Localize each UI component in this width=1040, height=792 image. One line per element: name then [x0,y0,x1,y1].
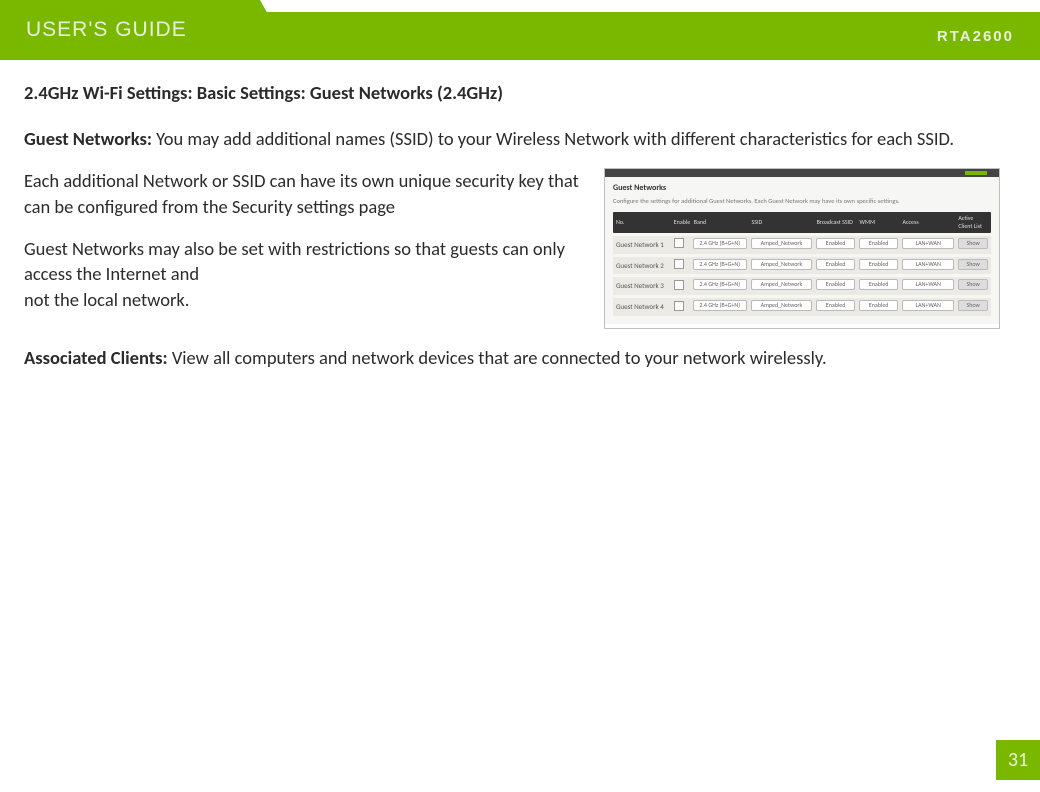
th-no: No. [616,218,670,226]
cell-wmm: Enabled [859,238,898,252]
table-row: Guest Network 4 2.4 GHz (B+G+N) Amped_Netw… [613,298,991,316]
cell-no: Guest Network 4 [616,302,670,312]
text-associated-clients: View all computers and network devices t… [172,346,827,369]
page-number-badge: 31 [996,740,1040,780]
cell-band: 2.4 GHz (B+G+N) [693,279,747,293]
lead-associated-clients: Associated Clients: [24,346,172,369]
paragraph-restrictions: Guest Networks may also be set with rest… [24,236,584,314]
cell-active-clients: Show [958,300,988,314]
restrictions-line1: Guest Networks may also be set with rest… [24,237,565,286]
cell-band: 2.4 GHz (B+G+N) [693,300,747,314]
checkbox-icon [674,238,684,248]
paragraph-guest-networks: Guest Networks: You may add additional n… [24,126,1016,152]
cell-active-clients: Show [958,259,988,273]
cell-broadcast: Enabled [816,300,855,314]
cell-no: Guest Network 3 [616,281,670,291]
cell-band: 2.4 GHz (B+G+N) [693,238,747,252]
cell-access: LAN+WAN [902,279,954,293]
paragraph-associated-clients: Associated Clients: View all computers a… [24,345,1016,371]
cell-enable [674,301,689,314]
cell-active-clients: Show [958,279,988,293]
cell-ssid: Amped_Network [751,259,812,273]
cell-wmm: Enabled [859,300,898,314]
cell-ssid: Amped_Network [751,279,812,293]
section-title: 2.4GHz Wi-Fi Settings: Basic Settings: G… [24,80,1016,106]
cell-enable [674,280,689,293]
screenshot-table-header: No. Enable Band SSID Broadcast SSID WMM … [613,212,991,233]
cell-no: Guest Network 2 [616,261,670,271]
checkbox-icon [674,280,684,290]
guide-title: USER'S GUIDE [26,18,187,42]
page-header: USER'S GUIDE RTA2600 [0,0,1040,60]
cell-band: 2.4 GHz (B+G+N) [693,259,747,273]
text-guest-networks: You may add additional names (SSID) to y… [156,127,954,150]
cell-ssid: Amped_Network [751,300,812,314]
cell-access: LAN+WAN [902,238,954,252]
th-access: Access [902,218,954,226]
lead-guest-networks: Guest Networks: [24,127,156,150]
screenshot-title: Guest Networks [613,183,991,194]
th-wmm: WMM [860,218,899,226]
product-model: RTA2600 [937,28,1014,45]
cell-enable [674,238,689,251]
table-row: Guest Network 2 2.4 GHz (B+G+N) Amped_Netw… [613,257,991,275]
cell-access: LAN+WAN [902,259,954,273]
cell-wmm: Enabled [859,259,898,273]
checkbox-icon [674,301,684,311]
cell-access: LAN+WAN [902,300,954,314]
table-row: Guest Network 1 2.4 GHz (B+G+N) Amped_Netw… [613,236,991,254]
cell-active-clients: Show [958,238,988,252]
cell-broadcast: Enabled [816,259,855,273]
th-active-clients: Active Client List [958,214,988,231]
cell-broadcast: Enabled [816,279,855,293]
cell-broadcast: Enabled [816,238,855,252]
screenshot-subtitle: Configure the settings for additional Gu… [613,197,991,206]
cell-enable [674,259,689,272]
cell-ssid: Amped_Network [751,238,812,252]
th-broadcast: Broadcast SSID [817,218,856,226]
cell-no: Guest Network 1 [616,240,670,250]
th-band: Band [694,218,748,226]
table-row: Guest Network 3 2.4 GHz (B+G+N) Amped_Netw… [613,277,991,295]
th-ssid: SSID [751,218,812,226]
th-enable: Enable [674,218,690,226]
checkbox-icon [674,259,684,269]
paragraph-ssid-security: Each additional Network or SSID can have… [24,168,584,220]
screenshot-guest-networks: Guest Networks Configure the settings fo… [604,168,1000,329]
restrictions-line2: not the local network. [24,288,189,311]
cell-wmm: Enabled [859,279,898,293]
screenshot-topbar [605,169,999,177]
page-content: 2.4GHz Wi-Fi Settings: Basic Settings: G… [0,60,1040,371]
